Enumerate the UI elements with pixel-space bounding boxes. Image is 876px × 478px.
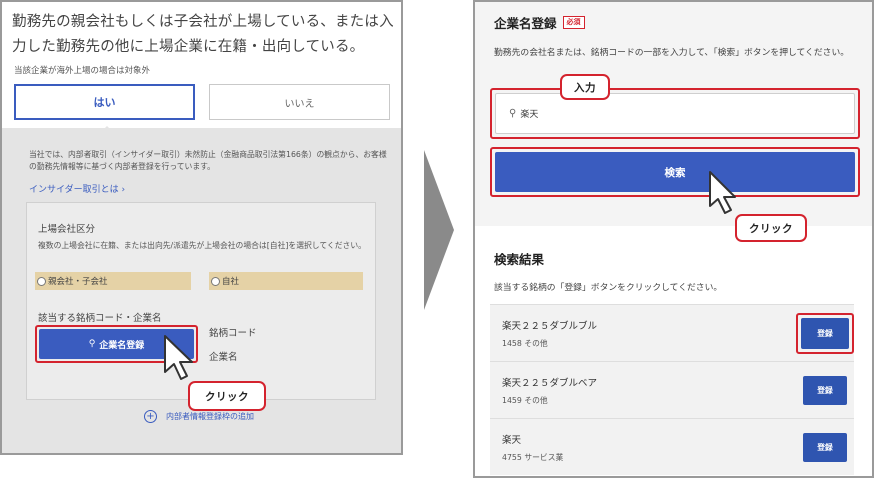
form-description: 勤務先の会社名または、銘柄コードの一部を入力して、「検索」ボタンを押してください…	[494, 48, 850, 58]
company-type-radio-group: 親会社・子会社 自社	[35, 272, 363, 290]
plus-circle-icon: +	[144, 410, 157, 423]
company-search-input[interactable]: ⚲ 楽天	[495, 93, 855, 134]
radio-parent-subsidiary[interactable]: 親会社・子会社	[35, 272, 191, 290]
company-name-label: 企業名	[209, 352, 238, 363]
result-name: 楽天２２５ダブルベア	[502, 378, 598, 389]
results-description: 該当する銘柄の「登録」ボタンをクリックしてください。	[494, 283, 723, 293]
form-title-text: 企業名登録	[494, 16, 557, 31]
search-input-value: 楽天	[520, 110, 539, 120]
register-button-label: 企業名登録	[99, 340, 145, 351]
mouse-cursor-icon	[709, 171, 736, 214]
add-insider-info-link[interactable]: + 内部者情報登録枠の追加	[144, 410, 254, 423]
result-code: 4755 サービス業	[502, 453, 564, 462]
question-text: 勤務先の親会社もしくは子会社が上場している、または入力した勤務先の他に上場企業に…	[12, 14, 394, 55]
result-code: 1458 その他	[502, 339, 548, 348]
listed-company-box: 上場会社区分 複数の上場会社に在籍、または出向先/派遣先が上場会社の場合は[自社…	[26, 202, 376, 400]
yes-button[interactable]: はい	[14, 84, 195, 120]
left-screenshot-panel: 勤務先の親会社もしくは子会社が上場している、または入力した勤務先の他に上場企業に…	[0, 0, 403, 455]
list-item: 楽天２２５ダブルベア 1459 その他 登録	[490, 361, 854, 418]
search-button-highlight: 検索	[490, 147, 860, 197]
right-screenshot-panel: 企業名登録 必須 勤務先の会社名または、銘柄コードの一部を入力して、「検索」ボタ…	[473, 0, 874, 478]
radio-own-company[interactable]: 自社	[209, 272, 363, 290]
result-name: 楽天	[502, 435, 522, 446]
form-title: 企業名登録 必須	[494, 13, 585, 32]
list-item: 楽天 4755 サービス業 登録	[490, 418, 854, 475]
click-callout-right: クリック	[735, 214, 807, 242]
radio-circle-icon	[37, 276, 46, 286]
results-list: 楽天２２５ダブルブル 1458 その他 登録 楽天２２５ダブルベア 1459 そ…	[490, 304, 854, 476]
add-insider-info-label: 内部者情報登録枠の追加	[166, 412, 254, 421]
next-step-arrow-icon	[424, 150, 454, 310]
search-input-highlight: ⚲ 楽天	[490, 88, 860, 139]
result-register-button[interactable]: 登録	[803, 376, 847, 405]
listed-section-desc: 複数の上場会社に在籍、または出向先/派遣先が上場会社の場合は[自社]を選択してく…	[38, 241, 366, 250]
result-register-button[interactable]: 登録	[801, 318, 849, 349]
result-code: 1459 その他	[502, 396, 548, 405]
list-item: 楽天２２５ダブルブル 1458 その他 登録	[490, 304, 854, 361]
search-icon: ⚲	[88, 339, 96, 349]
input-callout: 入力	[560, 74, 610, 100]
search-button[interactable]: 検索	[495, 152, 855, 192]
result-name: 楽天２２５ダブルブル	[502, 321, 598, 332]
results-title: 検索結果	[494, 252, 545, 267]
radio-label: 親会社・子会社	[48, 277, 108, 287]
result-register-button[interactable]: 登録	[803, 433, 847, 462]
register-button-highlight: 登録	[796, 313, 854, 354]
company-register-form: 企業名登録 必須 勤務先の会社名または、銘柄コードの一部を入力して、「検索」ボタ…	[475, 2, 872, 226]
required-badge: 必須	[562, 16, 585, 29]
listed-section-title: 上場会社区分	[38, 224, 96, 235]
question-area: 勤務先の親会社もしくは子会社が上場している、または入力した勤務先の他に上場企業に…	[2, 2, 401, 135]
mouse-cursor-icon	[164, 335, 193, 380]
question-note: 当該企業が海外上場の場合は対象外	[14, 66, 151, 76]
stock-code-label: 銘柄コード	[209, 328, 257, 339]
no-button[interactable]: いいえ	[209, 84, 390, 120]
insider-info-text: 当社では、内部者取引（インサイダー取引）未然防止（金融商品取引法第166条）の観…	[29, 150, 387, 171]
search-icon: ⚲	[509, 108, 517, 119]
click-callout-left: クリック	[188, 381, 266, 411]
insider-trading-link[interactable]: インサイダー取引とは ›	[29, 182, 125, 195]
code-section-title: 該当する銘柄コード・企業名	[38, 313, 162, 324]
radio-label: 自社	[222, 277, 240, 287]
selection-notch	[98, 126, 116, 135]
radio-circle-icon	[211, 276, 220, 286]
